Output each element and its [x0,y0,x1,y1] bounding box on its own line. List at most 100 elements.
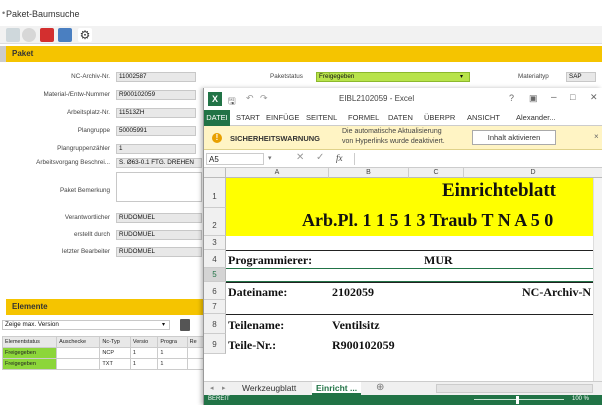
pdf-icon[interactable] [40,28,54,42]
table-row[interactable]: Freigegeben NCP 1 1 [1,347,205,359]
erstellt-field[interactable]: RUDOMUEL [116,230,202,240]
row-header[interactable]: 1 [204,178,226,208]
tab-formeln[interactable]: FORMEL [348,113,379,122]
save-icon[interactable] [6,28,20,42]
tab-einfuegen[interactable]: EINFÜGE [266,113,299,122]
warning-text-line1: Die automatische Aktualisierung [342,128,442,135]
verantwortlicher-field[interactable]: RUDOMUEL [116,213,202,223]
cell-arbeitsplatz: Arb.Pl. 1 1 5 1 3 Traub T N A 5 0 [302,210,554,230]
select-all-corner[interactable] [204,168,226,178]
excel-titlebar: X 🖫 ↶ ↷ EIBL2102059 - Excel ? ▣ – □ ✕ [204,88,602,110]
table-cell: TXT [99,358,131,370]
row-header[interactable]: 7 [204,300,226,314]
zoom-slider[interactable] [474,399,564,400]
refresh-icon[interactable] [22,28,36,42]
material-field[interactable]: R900102059 [116,90,196,100]
formula-bar: A5 ▾ ✕ ✓ fx [204,151,602,168]
scroll-right-icon[interactable]: ▸ [222,384,226,392]
sheet-tab-einrichteblatt[interactable]: Einricht ... [312,382,362,395]
trash-icon[interactable] [180,319,190,331]
arbeitsplatz-label: Arbeitsplatz-Nr. [66,109,110,116]
cell-dateiname-value: 2102059 [332,285,374,299]
section-paket: Paket [6,46,602,62]
row-header-selected[interactable]: 5 [204,268,226,282]
table-header-row: Elementstatus Auschecke Nc-Typ Versio Pr… [1,336,205,348]
plangruppe-field[interactable]: 50005991 [116,126,196,136]
tab-ansicht[interactable]: ANSICHT [467,113,500,122]
row-header[interactable]: 9 [204,334,226,354]
tab-ueberpruefen[interactable]: ÜBERPR [424,113,455,122]
column-header[interactable]: Versio [129,336,159,348]
quick-save-icon[interactable]: 🖫 [228,94,236,110]
status-ready: BEREIT [208,396,230,402]
row-header[interactable]: 4 [204,250,226,268]
horizontal-scrollbar[interactable] [436,384,593,393]
restore-icon[interactable]: □ [570,92,575,102]
section-elemente: Elemente [6,299,206,315]
column-header[interactable]: Auschecke [56,336,101,348]
minimize-icon[interactable]: – [551,92,557,103]
column-header[interactable]: Re [186,336,205,348]
zoom-slider-thumb[interactable] [516,396,519,404]
row-header[interactable]: 6 [204,282,226,300]
column-header-b[interactable]: B [329,168,409,178]
column-header-c[interactable]: C [409,168,464,178]
table-row[interactable]: Freigegeben TXT 1 1 [1,358,205,370]
version-select[interactable]: Zeige max. Version ▾ [2,320,170,330]
arbeitsvorgang-field[interactable]: S. Ø63-0.1 FTG. DREHEN [116,158,202,168]
user-account[interactable]: Alexander... [516,113,556,122]
cell-teilenr-label: Teile-Nr.: [228,338,277,352]
column-header[interactable]: Progra [157,336,188,348]
add-sheet-icon[interactable]: ⊕ [376,382,384,393]
bemerkung-field[interactable] [116,172,202,202]
column-header-d[interactable]: D [464,168,602,178]
enter-icon[interactable]: ✓ [316,152,324,163]
letzter-field[interactable]: RUDOMUEL [116,247,202,257]
cell-nc-archiv-label: NC-Archiv-N [522,285,592,299]
divider [226,250,602,251]
formula-input[interactable] [354,153,599,165]
close-icon[interactable]: ✕ [590,92,598,103]
nc-field[interactable]: 11002587 [116,72,196,82]
collapse-icon[interactable]: • [2,8,5,18]
name-box[interactable]: A5 [206,153,264,165]
print-icon[interactable] [58,28,72,42]
tab-daten[interactable]: DATEN [388,113,413,122]
materialtyp-field[interactable]: SAP [566,72,596,82]
plangruppenzaehler-field[interactable]: 1 [116,144,196,154]
column-header-a[interactable]: A [226,168,329,178]
row-header[interactable]: 2 [204,208,226,236]
enable-content-button[interactable]: Inhalt aktivieren [472,130,556,145]
row-header[interactable]: 8 [204,314,226,334]
cell-programmierer-value: MUR [424,253,453,267]
scroll-left-icon[interactable]: ◂ [210,384,214,392]
ribbon-display-icon[interactable]: ▣ [529,93,538,104]
tab-seitenlayout[interactable]: SEITENL [306,113,337,122]
help-icon[interactable]: ? [509,93,514,103]
column-header[interactable]: Nc-Typ [99,336,131,348]
function-icon[interactable]: fx [336,153,343,163]
row-header[interactable]: 3 [204,236,226,250]
cancel-icon[interactable]: ✕ [296,152,304,163]
excel-logo-icon: X [208,92,222,106]
tab-start[interactable]: START [236,113,260,122]
undo-icon[interactable]: ↶ [246,93,254,104]
sheet-grid[interactable]: A B C D 1 2 3 4 5 6 7 8 9 Einrichteblatt… [204,168,602,381]
page-title: Paket-Baumsuche [6,9,80,19]
gear-icon[interactable]: ⚙ [78,28,92,42]
redo-icon[interactable]: ↷ [260,93,268,104]
paketstatus-select[interactable]: Freigegeben ▾ [316,72,470,82]
column-header[interactable]: Elementstatus [1,336,58,348]
close-warning-icon[interactable]: × [594,132,599,141]
warning-title: SICHERHEITSWARNUNG [230,134,321,143]
status-badge: Freigegeben [1,358,58,370]
sheet-tab-werkzeugblatt[interactable]: Werkzeugblatt [242,383,296,393]
vertical-scrollbar[interactable] [593,178,602,381]
paketstatus-label: Paketstatus [270,73,303,80]
arbeitsplatz-field[interactable]: 11513ZH [116,108,196,118]
tab-datei[interactable]: DATEI [204,110,230,126]
divider [226,282,602,283]
warning-icon: ! [212,133,222,143]
table-cell [56,347,101,359]
chevron-down-icon[interactable]: ▾ [268,154,272,162]
